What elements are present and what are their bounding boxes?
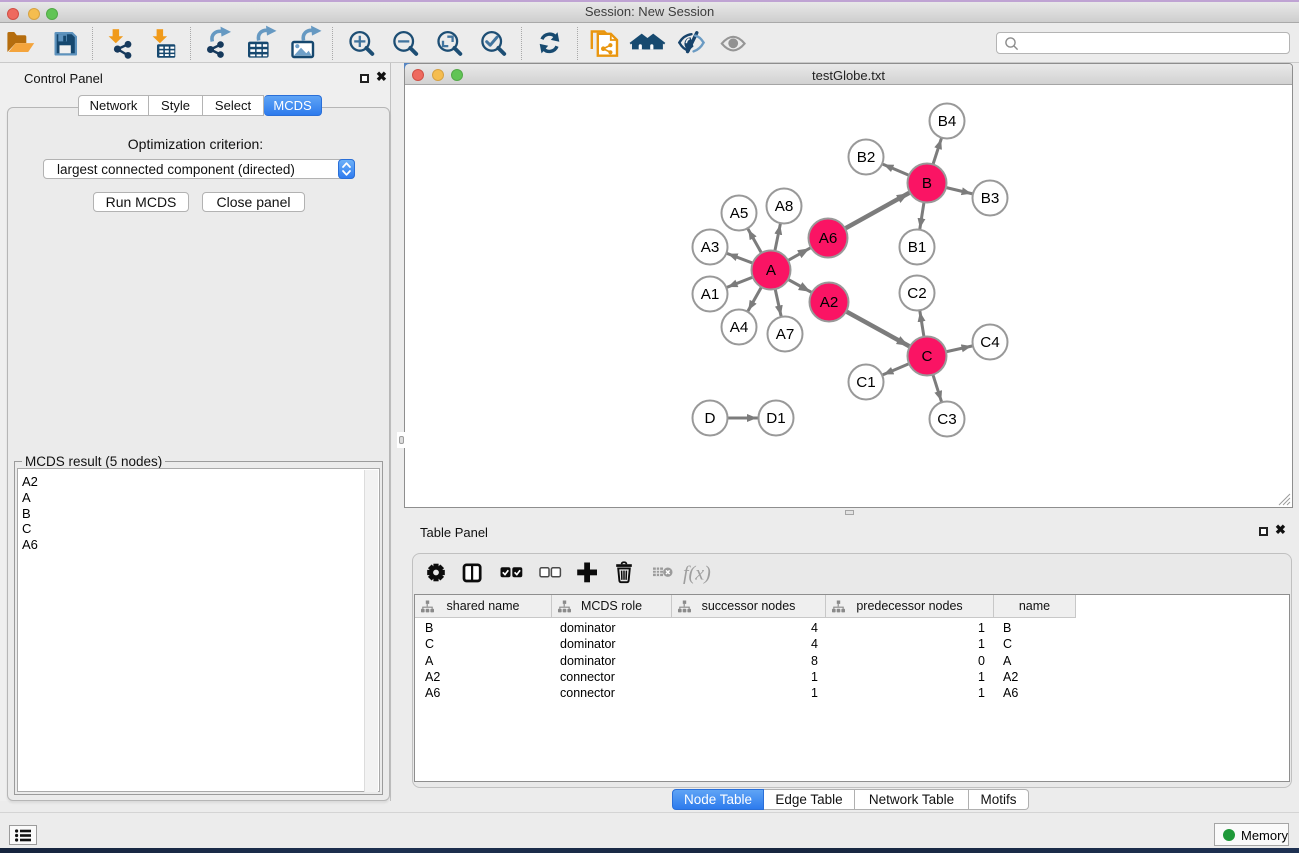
svg-text:f(x): f(x) (683, 563, 711, 585)
svg-text:A6: A6 (819, 230, 838, 247)
svg-text:B2: B2 (857, 149, 876, 166)
svg-text:A2: A2 (820, 294, 839, 311)
svg-text:D: D (705, 410, 716, 427)
svg-text:C2: C2 (907, 285, 926, 302)
svg-text:A4: A4 (730, 319, 749, 336)
svg-text:A3: A3 (701, 239, 720, 256)
svg-text:A7: A7 (776, 326, 795, 343)
svg-text:A: A (766, 262, 777, 279)
svg-text:B4: B4 (938, 113, 957, 130)
svg-text:B1: B1 (908, 239, 927, 256)
svg-text:A5: A5 (730, 205, 749, 222)
svg-text:C4: C4 (980, 334, 999, 351)
svg-text:A8: A8 (775, 198, 794, 215)
svg-text:A1: A1 (701, 286, 720, 303)
svg-text:B3: B3 (981, 190, 1000, 207)
svg-text:C: C (922, 348, 933, 365)
svg-text:B: B (922, 175, 932, 192)
svg-text:C3: C3 (937, 411, 956, 428)
svg-text:D1: D1 (766, 410, 785, 427)
svg-text:C1: C1 (856, 374, 875, 391)
